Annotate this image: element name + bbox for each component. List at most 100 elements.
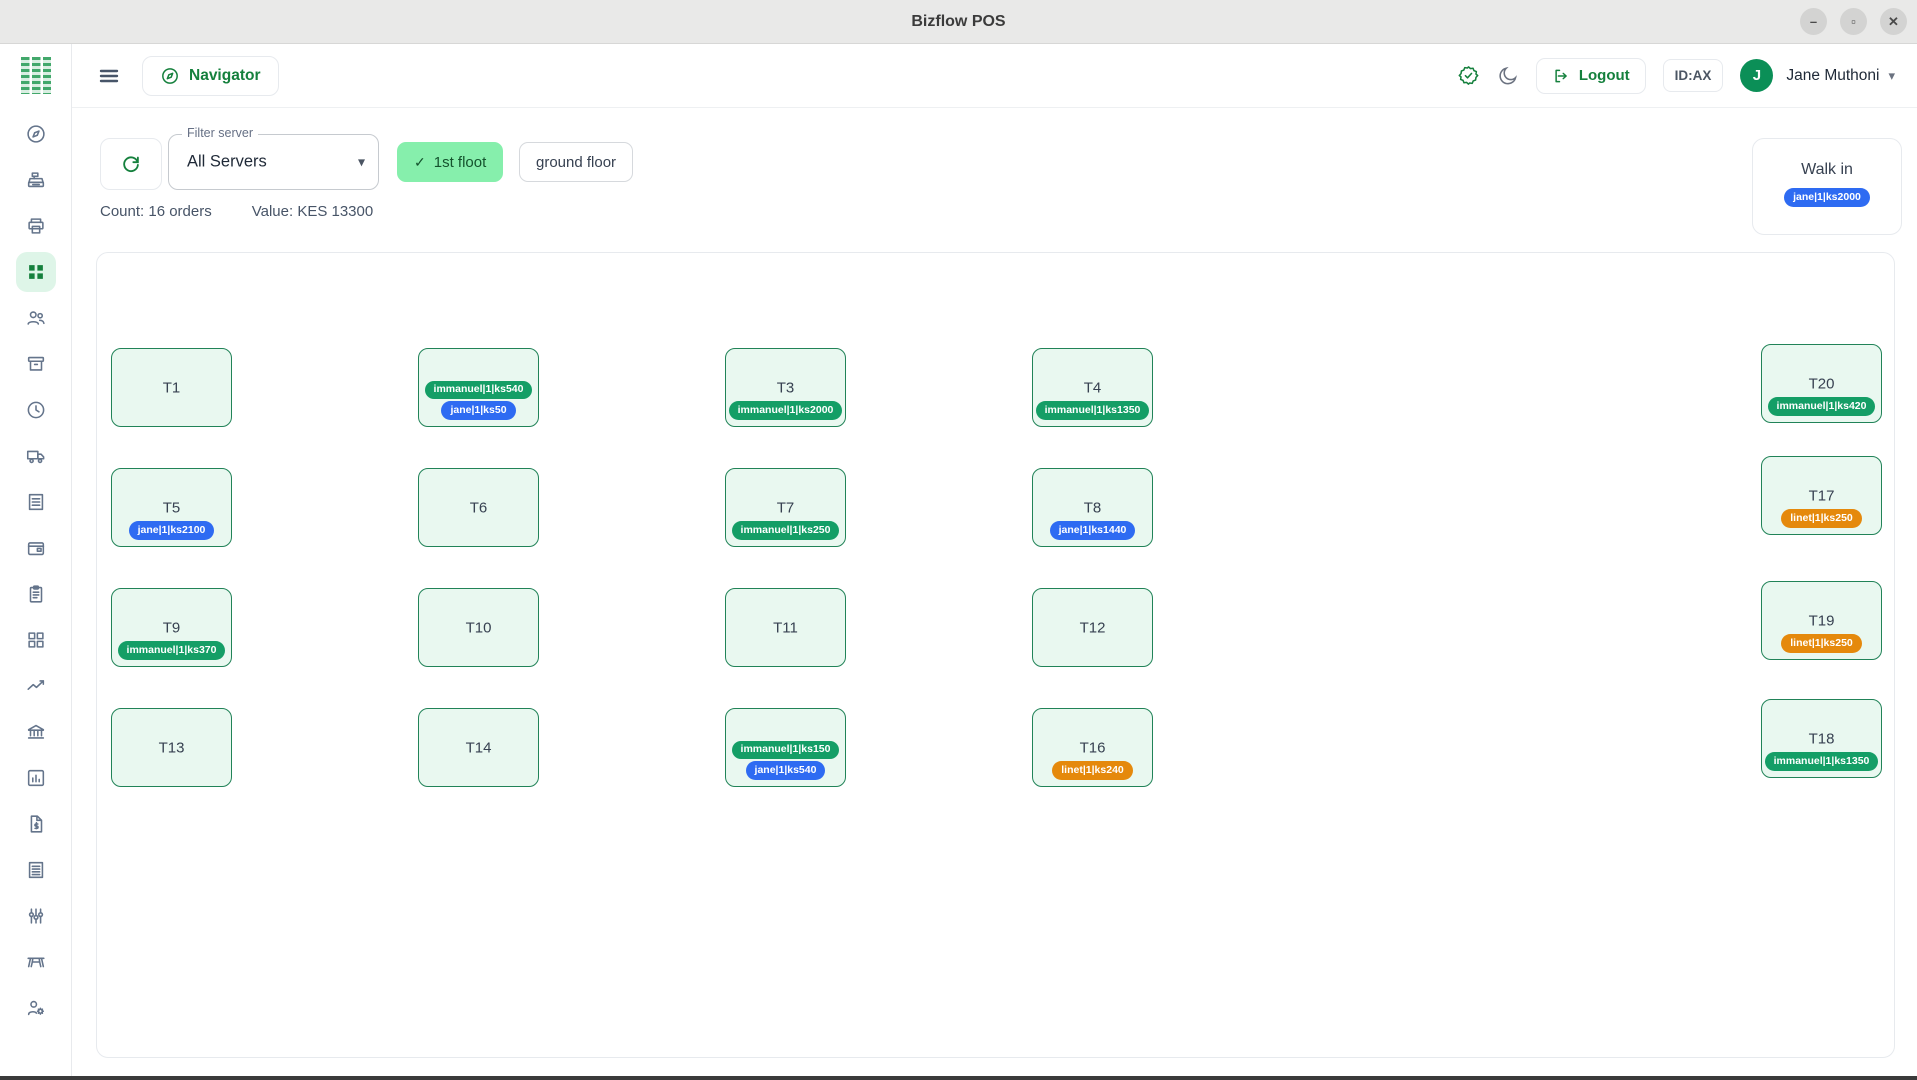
order-badge: linet|1|ks240 xyxy=(1052,761,1133,780)
table-label: T13 xyxy=(112,739,231,756)
table-T13[interactable]: T13 xyxy=(111,708,232,787)
table-T16[interactable]: T16 linet|1|ks240 xyxy=(1032,708,1153,787)
logout-icon xyxy=(1552,67,1570,85)
table-T1[interactable]: T1 xyxy=(111,348,232,427)
table-T15[interactable]: T15immanuel|1|ks150jane|1|ks540 xyxy=(725,708,846,787)
order-badge: immanuel|1|ks370 xyxy=(118,641,226,660)
sidebar-item-navigator[interactable] xyxy=(15,111,57,157)
order-badge: immanuel|1|ks420 xyxy=(1768,397,1876,416)
logout-label: Logout xyxy=(1579,67,1630,84)
table-label: T6 xyxy=(419,499,538,516)
sidebar-item-orders-list[interactable] xyxy=(15,479,57,525)
table-label: T10 xyxy=(419,619,538,636)
table-T7[interactable]: T7immanuel|1|ks250 xyxy=(725,468,846,547)
table-label: T8 xyxy=(1033,499,1152,516)
verified-badge-icon[interactable] xyxy=(1457,64,1480,87)
printer-icon xyxy=(16,206,56,246)
refresh-button[interactable] xyxy=(100,138,162,190)
table-T18[interactable]: T18immanuel|1|ks1350 xyxy=(1761,699,1882,778)
sidebar-item-payments[interactable] xyxy=(15,525,57,571)
order-badge: immanuel|1|ks150 xyxy=(732,741,840,760)
sidebar-item-ledger[interactable] xyxy=(15,847,57,893)
menu-icon[interactable] xyxy=(92,59,126,93)
table-label: T5 xyxy=(112,499,231,516)
cash-register-icon xyxy=(16,160,56,200)
sidebar-item-history[interactable] xyxy=(15,387,57,433)
order-badge: jane|1|ks50 xyxy=(441,401,515,420)
table-T19[interactable]: T19linet|1|ks250 xyxy=(1761,581,1882,660)
table-icon xyxy=(16,942,56,982)
table-label: T17 xyxy=(1762,487,1881,504)
table-T9[interactable]: T9 immanuel|1|ks370 xyxy=(111,588,232,667)
window-titlebar: Bizflow POS – ▫ ✕ xyxy=(0,0,1917,44)
order-badge: immanuel|1|ks1350 xyxy=(1036,401,1150,420)
table-label: T9 xyxy=(112,619,231,636)
archive-icon xyxy=(16,344,56,384)
sidebar-item-bank[interactable] xyxy=(15,709,57,755)
compass-icon xyxy=(16,114,56,154)
table-T2[interactable]: T2immanuel|1|ks540jane|1|ks50 xyxy=(418,348,539,427)
bottom-window-edge xyxy=(0,1076,1917,1080)
sidebar-item-print[interactable] xyxy=(15,203,57,249)
maximize-icon[interactable]: ▫ xyxy=(1840,8,1867,35)
app-header: Navigator Logout ID:AX J Jane Muthoni ▾ xyxy=(72,44,1917,108)
sidebar-item-customers[interactable] xyxy=(15,295,57,341)
clipboard-icon xyxy=(16,574,56,614)
sidebar-item-floor-plan[interactable] xyxy=(15,939,57,985)
table-T14[interactable]: T14 xyxy=(418,708,539,787)
dark-mode-moon-icon[interactable] xyxy=(1497,65,1519,87)
floor-chip-label: ground floor xyxy=(536,154,616,171)
sidebar-item-user-admin[interactable] xyxy=(15,985,57,1031)
sidebar-item-apps[interactable] xyxy=(15,617,57,663)
table-label: T1 xyxy=(112,379,231,396)
check-icon: ✓ xyxy=(414,154,426,171)
table-T12[interactable]: T12 xyxy=(1032,588,1153,667)
orders-count: Count: 16 orders xyxy=(100,203,212,220)
sidebar-item-tables[interactable] xyxy=(15,249,57,295)
clock-icon xyxy=(16,390,56,430)
sidebar-item-inventory[interactable] xyxy=(15,341,57,387)
table-T20[interactable]: T20immanuel|1|ks420 xyxy=(1761,344,1882,423)
receipt-lines-icon xyxy=(16,482,56,522)
sidebar-item-settings[interactable] xyxy=(15,893,57,939)
tables-grid-icon xyxy=(16,252,56,292)
table-T4[interactable]: T4immanuel|1|ks1350 xyxy=(1032,348,1153,427)
sidebar-item-delivery[interactable] xyxy=(15,433,57,479)
trend-icon xyxy=(16,666,56,706)
table-T8[interactable]: T8jane|1|ks1440 xyxy=(1032,468,1153,547)
table-label: T7 xyxy=(726,499,845,516)
navigator-label: Navigator xyxy=(189,67,261,85)
server-filter-value: All Servers xyxy=(187,153,267,172)
truck-icon xyxy=(16,436,56,476)
table-label: T16 xyxy=(1033,739,1152,756)
server-filter-select[interactable]: Filter server All Servers ▾ xyxy=(168,134,379,190)
close-icon[interactable]: ✕ xyxy=(1880,8,1907,35)
logout-button[interactable]: Logout xyxy=(1536,58,1646,94)
user-name[interactable]: Jane Muthoni xyxy=(1786,67,1879,85)
server-filter-label: Filter server xyxy=(182,126,258,140)
sidebar-item-analytics[interactable] xyxy=(15,663,57,709)
sidebar-item-invoices[interactable] xyxy=(15,801,57,847)
chevron-down-icon[interactable]: ▾ xyxy=(1888,68,1895,84)
table-label: T3 xyxy=(726,379,845,396)
avatar[interactable]: J xyxy=(1740,59,1773,92)
minimize-icon[interactable]: – xyxy=(1800,8,1827,35)
navigator-button[interactable]: Navigator xyxy=(142,56,279,96)
walk-in-card[interactable]: Walk in jane|1|ks2000 xyxy=(1752,138,1902,235)
table-T17[interactable]: T17linet|1|ks250 xyxy=(1761,456,1882,535)
table-T11[interactable]: T11 xyxy=(725,588,846,667)
table-label: T12 xyxy=(1033,619,1152,636)
table-T5[interactable]: T5jane|1|ks2100 xyxy=(111,468,232,547)
sidebar-item-tasks[interactable] xyxy=(15,571,57,617)
sidebar xyxy=(0,44,72,1080)
floor-chip-1st-floor[interactable]: ✓ 1st floot xyxy=(397,142,503,182)
walk-in-title: Walk in xyxy=(1801,161,1853,179)
table-T3[interactable]: T3immanuel|1|ks2000 xyxy=(725,348,846,427)
table-T6[interactable]: T6 xyxy=(418,468,539,547)
sidebar-item-register[interactable] xyxy=(15,157,57,203)
walk-in-order-badge: jane|1|ks2000 xyxy=(1784,188,1870,207)
floor-chip-ground-floor[interactable]: ground floor xyxy=(519,142,633,182)
window-title: Bizflow POS xyxy=(911,13,1005,31)
table-T10[interactable]: T10 xyxy=(418,588,539,667)
sidebar-item-reports[interactable] xyxy=(15,755,57,801)
